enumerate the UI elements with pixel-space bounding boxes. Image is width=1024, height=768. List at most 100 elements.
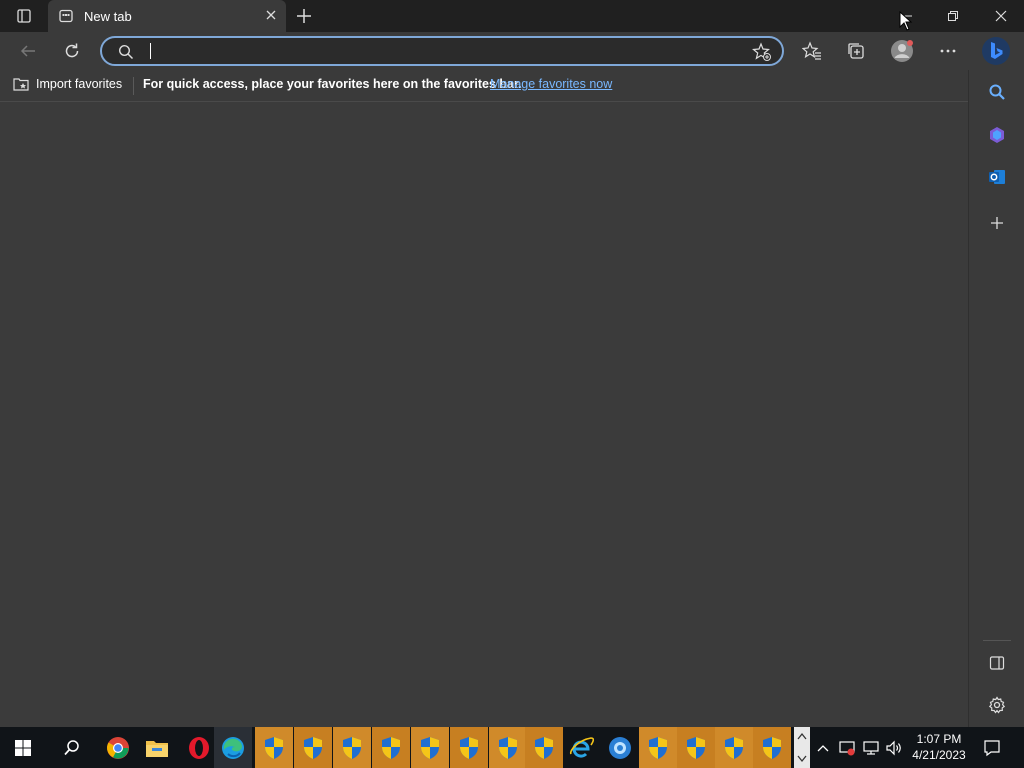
mouse-cursor-icon — [899, 11, 913, 31]
taskbar-internet-explorer[interactable] — [563, 727, 601, 768]
folder-icon — [146, 740, 168, 757]
taskbar-uac-prompt-12[interactable] — [753, 727, 791, 768]
taskbar-chrome[interactable] — [99, 727, 137, 768]
uac-shield-icon — [382, 736, 400, 759]
clock-date: 4/21/2023 — [912, 748, 966, 762]
tab-title: New tab — [84, 9, 132, 24]
import-favorites-icon — [13, 78, 29, 91]
sidebar-panel-icon — [989, 656, 1005, 670]
address-bar[interactable] — [100, 36, 784, 66]
uac-shield-icon — [763, 736, 781, 759]
back-arrow-icon — [20, 45, 35, 57]
blue-circle-app-icon — [609, 736, 631, 759]
windows-security-icon — [839, 740, 855, 755]
more-dots-icon — [940, 49, 956, 53]
plus-icon — [991, 217, 1003, 229]
discover-icon — [990, 127, 1004, 143]
tab-actions-button[interactable] — [9, 6, 39, 26]
chrome-icon — [107, 736, 129, 759]
uac-shield-icon — [499, 736, 517, 759]
sidebar-settings-button[interactable] — [983, 691, 1011, 719]
taskbar-uac-prompt-7[interactable] — [489, 727, 527, 768]
taskbar-uac-prompt-1[interactable] — [255, 727, 293, 768]
windows-logo-icon — [15, 739, 31, 756]
volume-icon — [886, 740, 901, 755]
settings-and-more-button[interactable] — [933, 36, 963, 66]
tray-volume-icon[interactable] — [882, 727, 906, 768]
sidebar-search-button[interactable] — [983, 78, 1011, 106]
favorites-star-icon — [802, 41, 821, 60]
close-tab-icon[interactable] — [264, 8, 278, 27]
search-icon — [989, 84, 1005, 100]
uac-shield-icon — [725, 736, 743, 759]
taskbar: 1:07 PM 4/21/2023 — [0, 727, 1024, 768]
import-favorites-label: Import favorites — [36, 77, 123, 91]
collections-icon — [848, 43, 864, 59]
import-favorites-button[interactable]: Import favorites — [12, 75, 122, 93]
navigation-toolbar — [0, 32, 1024, 70]
taskbar-uac-prompt-3[interactable] — [333, 727, 371, 768]
start-button[interactable] — [4, 727, 42, 768]
taskbar-uac-prompt-8[interactable] — [525, 727, 563, 768]
taskbar-uac-prompt-11[interactable] — [715, 727, 753, 768]
close-window-button[interactable] — [978, 0, 1024, 32]
notification-icon — [984, 739, 1000, 756]
action-center-button[interactable] — [976, 727, 1008, 768]
taskbar-blue-app[interactable] — [601, 727, 639, 768]
taskbar-edge[interactable] — [214, 727, 252, 768]
favorites-divider — [133, 77, 134, 95]
new-tab-page-icon — [58, 8, 74, 29]
manage-favorites-link[interactable]: Manage favorites now — [490, 77, 612, 91]
restore-icon — [948, 11, 958, 21]
refresh-button[interactable] — [57, 36, 87, 66]
taskbar-search-button[interactable] — [53, 727, 91, 768]
taskbar-uac-prompt-2[interactable] — [294, 727, 332, 768]
uac-shield-icon — [304, 736, 322, 759]
taskbar-opera[interactable] — [180, 727, 218, 768]
favorites-bar: Import favorites For quick access, place… — [0, 70, 968, 102]
edge-icon — [222, 736, 244, 759]
taskbar-scroller[interactable] — [794, 727, 810, 768]
uac-shield-icon — [535, 736, 553, 759]
new-tab-button[interactable] — [294, 6, 316, 26]
internet-explorer-icon — [569, 736, 595, 758]
tab-new-tab[interactable]: New tab — [48, 0, 286, 32]
text-caret — [150, 43, 151, 59]
bing-icon — [982, 37, 1010, 65]
show-hidden-icons-button[interactable] — [813, 727, 833, 768]
taskbar-uac-prompt-4[interactable] — [372, 727, 410, 768]
chevron-down-icon — [797, 755, 807, 763]
avatar-icon — [891, 40, 913, 62]
uac-shield-icon — [460, 736, 478, 759]
chevron-up-icon — [817, 744, 829, 751]
favorites-button[interactable] — [797, 36, 827, 66]
collections-button[interactable] — [841, 36, 871, 66]
taskbar-uac-prompt-5[interactable] — [411, 727, 449, 768]
gear-icon — [988, 696, 1006, 714]
refresh-icon — [65, 43, 79, 58]
sidebar-outlook-button[interactable] — [983, 163, 1011, 191]
address-input[interactable] — [146, 41, 726, 61]
taskbar-uac-prompt-10[interactable] — [677, 727, 715, 768]
back-button[interactable] — [13, 36, 43, 66]
search-icon — [64, 739, 79, 755]
taskbar-file-explorer[interactable] — [138, 727, 176, 768]
network-icon — [863, 740, 879, 755]
profile-button[interactable] — [887, 36, 917, 66]
add-favorite-star-icon[interactable] — [752, 42, 772, 67]
sidebar-add-button[interactable] — [983, 209, 1011, 237]
taskbar-uac-prompt-6[interactable] — [450, 727, 488, 768]
restore-button[interactable] — [930, 0, 976, 32]
tray-network-icon[interactable] — [859, 727, 883, 768]
clock-time: 1:07 PM — [916, 732, 962, 746]
bing-chat-button[interactable] — [980, 35, 1012, 67]
sidebar — [968, 70, 1024, 727]
uac-shield-icon — [343, 736, 361, 759]
sidebar-discover-button[interactable] — [983, 121, 1011, 149]
chevron-up-icon — [797, 732, 807, 740]
taskbar-clock[interactable]: 1:07 PM 4/21/2023 — [906, 731, 972, 763]
hide-sidebar-button[interactable] — [983, 649, 1011, 677]
tray-security-icon[interactable] — [835, 727, 859, 768]
taskbar-uac-prompt-9[interactable] — [639, 727, 677, 768]
plus-icon — [297, 9, 311, 23]
